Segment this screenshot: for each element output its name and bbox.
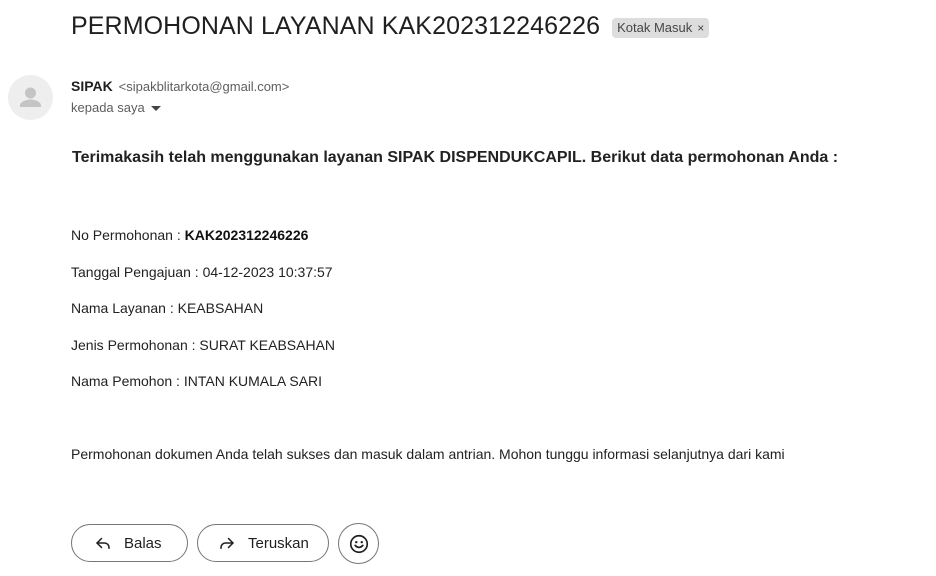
email-subject: PERMOHONAN LAYANAN KAK202312246226 [71,12,601,40]
reply-label: Balas [124,534,162,552]
forward-label: Teruskan [248,534,309,552]
sender-email: <sipakblitarkota@gmail.com> [118,79,290,94]
recipient-text: kepada saya [71,100,145,115]
sender-name: SIPAK [71,78,113,94]
field-nama-pemohon: Nama Pemohon : INTAN KUMALA SARI [71,373,322,389]
label-text: Kotak Masuk [617,20,693,35]
sender-line: SIPAK <sipakblitarkota@gmail.com> [71,78,289,94]
sender-avatar [8,75,53,120]
field-value: SURAT KEABSAHAN [199,337,336,353]
field-label: Nama Pemohon : [71,373,184,389]
field-value: KEABSAHAN [177,300,264,316]
status-note: Permohonan dokumen Anda telah sukses dan… [71,446,785,462]
field-label: Jenis Permohonan : [71,337,200,353]
field-nama-layanan: Nama Layanan : KEABSAHAN [71,300,263,316]
field-value: 04-12-2023 10:37:57 [202,264,333,280]
subject-row: PERMOHONAN LAYANAN KAK202312246226 Kotak… [71,12,710,41]
emoji-smile-icon [349,534,368,553]
reply-arrow-icon [96,537,110,549]
person-icon [20,87,41,107]
field-tanggal-pengajuan: Tanggal Pengajuan : 04-12-2023 10:37:57 [71,264,333,280]
inbox-label-chip[interactable]: Kotak Masuk × [612,17,710,38]
emoji-reaction-button[interactable] [338,523,379,564]
forward-button[interactable]: Teruskan [197,524,329,562]
email-intro: Terimakasih telah menggunakan layanan SI… [72,149,839,166]
recipient-line: kepada saya [71,100,161,115]
field-value: KAK202312246226 [184,227,309,243]
field-no-permohonan: No Permohonan : KAK202312246226 [71,227,308,243]
field-value: INTAN KUMALA SARI [183,373,323,389]
field-jenis-permohonan: Jenis Permohonan : SURAT KEABSAHAN [71,337,335,353]
forward-arrow-icon [220,537,234,549]
field-label: Tanggal Pengajuan : [71,264,203,280]
field-label: Nama Layanan : [71,300,178,316]
field-label: No Permohonan : [71,227,185,243]
remove-label-icon[interactable]: × [697,21,704,35]
recipient-details-chevron-down-icon[interactable] [150,106,161,111]
reply-button[interactable]: Balas [71,524,188,562]
